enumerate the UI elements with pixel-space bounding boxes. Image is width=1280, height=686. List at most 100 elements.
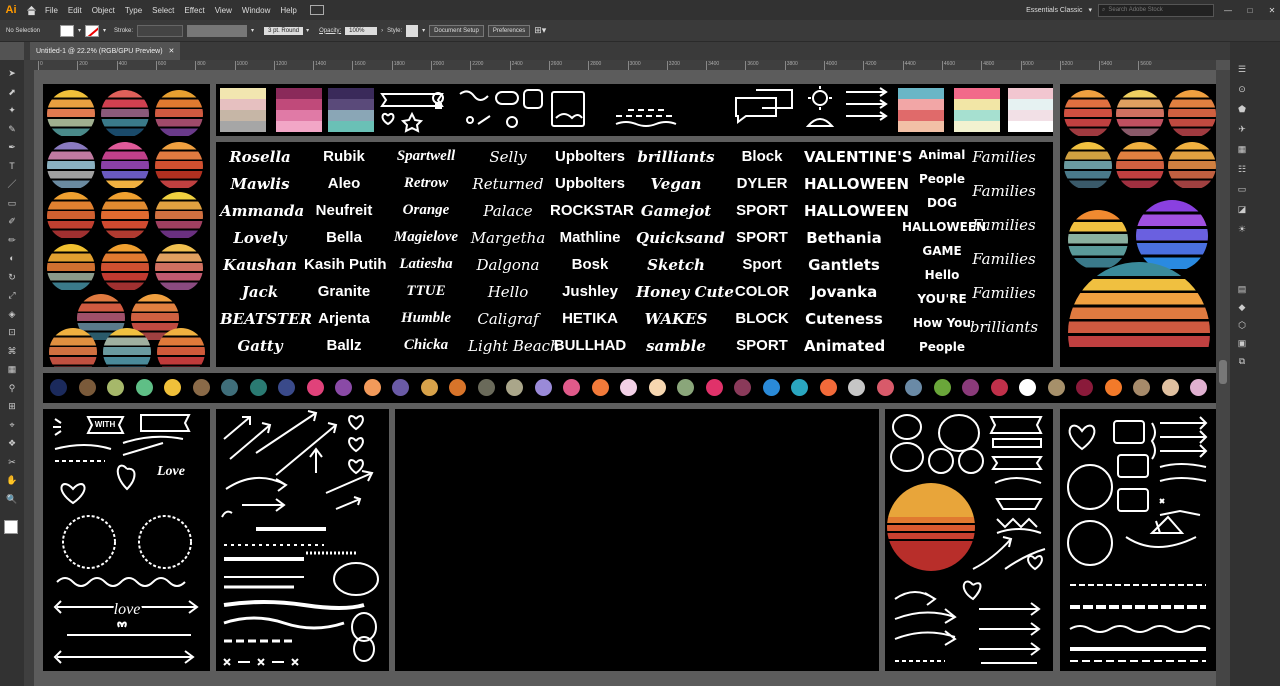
eyedropper-tool-icon[interactable]: ⌖	[4, 418, 20, 432]
align-panel-icon[interactable]: ▣	[1234, 336, 1250, 350]
pen-tool-icon[interactable]: ✎	[4, 122, 20, 136]
vertical-scrollbar[interactable]	[1216, 70, 1230, 686]
palette-color-dot[interactable]	[848, 379, 865, 396]
palette-color-dot[interactable]	[135, 379, 153, 396]
line-tool-icon[interactable]: ／	[4, 177, 20, 191]
palette-color-dot[interactable]	[249, 379, 267, 396]
workspace-switcher[interactable]: Essentials Classic	[1026, 7, 1082, 14]
menu-effect[interactable]: Effect	[179, 6, 209, 15]
close-tab-icon[interactable]: ✕	[169, 47, 175, 55]
chevron-right-icon[interactable]: ›	[381, 28, 383, 34]
palette-color-dot[interactable]	[506, 379, 523, 396]
palette-color-dot[interactable]	[762, 379, 780, 396]
palette-color-dot[interactable]	[962, 379, 979, 396]
menu-view[interactable]: View	[210, 6, 237, 15]
menu-file[interactable]: File	[40, 6, 63, 15]
menu-help[interactable]: Help	[275, 6, 301, 15]
menu-select[interactable]: Select	[147, 6, 179, 15]
palette-color-dot[interactable]	[591, 379, 609, 396]
brush-definition-field[interactable]: 3 pt. Round ▾	[264, 26, 309, 35]
palette-color-dot[interactable]	[648, 379, 666, 396]
curvature-tool-icon[interactable]: ✒	[4, 140, 20, 154]
palette-color-dot[interactable]	[164, 379, 181, 396]
palette-color-dot[interactable]	[563, 379, 580, 396]
opacity-label[interactable]: Opacity:	[319, 28, 341, 34]
palette-color-dot[interactable]	[335, 379, 352, 396]
selection-tool-icon[interactable]: ➤	[4, 66, 20, 80]
palette-color-dot[interactable]	[933, 379, 951, 396]
document-setup-button[interactable]: Document Setup	[429, 24, 484, 37]
zoom-tool-icon[interactable]: 🔍	[4, 492, 20, 506]
palette-color-dot[interactable]	[705, 379, 723, 396]
palette-color-dot[interactable]	[1019, 379, 1036, 396]
appearance-panel-icon[interactable]: ☀	[1234, 222, 1250, 236]
layers-panel-icon[interactable]: ▤	[1234, 282, 1250, 296]
magic-wand-tool-icon[interactable]: ✦	[4, 103, 20, 117]
pencil-tool-icon[interactable]: ✏	[4, 233, 20, 247]
type-tool-icon[interactable]: T	[4, 159, 20, 173]
palette-color-dot[interactable]	[1133, 379, 1150, 396]
close-button[interactable]: ✕	[1264, 6, 1280, 15]
palette-color-dot[interactable]	[791, 379, 808, 396]
chevron-down-icon[interactable]: ▾	[1088, 6, 1092, 14]
palette-color-dot[interactable]	[221, 379, 238, 396]
brushes-panel-icon[interactable]: ✈	[1234, 122, 1250, 136]
palette-color-dot[interactable]	[278, 379, 295, 396]
opacity-field[interactable]: 100%	[345, 26, 378, 35]
preferences-button[interactable]: Preferences	[487, 24, 531, 37]
width-tool-icon[interactable]: ◈	[4, 307, 20, 321]
palette-color-dot[interactable]	[78, 379, 96, 396]
shaper-tool-icon[interactable]: ◐	[4, 251, 20, 265]
palette-color-dot[interactable]	[905, 379, 922, 396]
fill-stroke-swatches[interactable]	[4, 520, 18, 534]
document-tab[interactable]: Untitled-1 @ 22.2% (RGB/GPU Preview) ✕	[30, 42, 181, 60]
shape-builder-tool-icon[interactable]: ⌘	[4, 344, 20, 358]
palette-color-dot[interactable]	[192, 379, 210, 396]
hand-tool-icon[interactable]: ✋	[4, 473, 20, 487]
scale-tool-icon[interactable]: ⤢	[4, 288, 20, 302]
arrange-icon[interactable]: ⊞▾	[534, 25, 546, 36]
direct-selection-tool-icon[interactable]: ⬈	[4, 85, 20, 99]
palette-color-dot[interactable]	[1104, 379, 1122, 396]
search-stock-field[interactable]: ⌕ Search Adobe Stock	[1098, 3, 1214, 17]
fill-swatch[interactable]	[60, 24, 74, 37]
stroke-swatch[interactable]	[85, 24, 100, 37]
maximize-button[interactable]: □	[1242, 6, 1258, 15]
artboard[interactable]: Rosella Mawlis Ammanda Lovely Kaushan Jack BEA…	[43, 84, 1216, 671]
graphic-styles-panel-icon[interactable]: ☷	[1234, 162, 1250, 176]
palette-color-dot[interactable]	[677, 379, 694, 396]
palette-color-dot[interactable]	[50, 379, 67, 396]
minimize-button[interactable]: —	[1220, 6, 1236, 15]
paintbrush-tool-icon[interactable]: ✐	[4, 214, 20, 228]
palette-color-dot[interactable]	[1047, 379, 1065, 396]
palette-color-dot[interactable]	[1190, 379, 1207, 396]
libraries-panel-icon[interactable]: ☰	[1234, 62, 1250, 76]
transparency-panel-icon[interactable]: ◪	[1234, 202, 1250, 216]
palette-color-dot[interactable]	[420, 379, 438, 396]
stroke-weight-field[interactable]	[137, 24, 184, 37]
palette-color-dot[interactable]	[620, 379, 637, 396]
gradient-tool-icon[interactable]: ⊞	[4, 399, 20, 413]
palette-color-dot[interactable]	[363, 379, 381, 396]
stroke-panel-icon[interactable]: ▭	[1234, 182, 1250, 196]
blend-tool-icon[interactable]: ❖	[4, 436, 20, 450]
perspective-tool-icon[interactable]: ▦	[4, 362, 20, 376]
pathfinder-panel-icon[interactable]: ⧉	[1234, 354, 1250, 368]
rotate-tool-icon[interactable]: ↻	[4, 270, 20, 284]
free-transform-tool-icon[interactable]: ⊡	[4, 325, 20, 339]
palette-color-dot[interactable]	[1161, 379, 1179, 396]
palette-color-dot[interactable]	[449, 379, 466, 396]
horizontal-ruler[interactable]: 0 200 400 600 800 1000 1200 1400 1600 1800 2000 220…	[24, 60, 1216, 70]
menu-edit[interactable]: Edit	[63, 6, 87, 15]
palette-color-dot[interactable]	[306, 379, 324, 396]
palette-color-dot[interactable]	[990, 379, 1008, 396]
style-swatch[interactable]	[406, 24, 419, 37]
vertical-ruler[interactable]	[24, 70, 34, 686]
symbols-panel-icon[interactable]: ▦	[1234, 142, 1250, 156]
chevron-down-icon[interactable]: ▾	[422, 27, 425, 34]
palette-color-dot[interactable]	[477, 379, 495, 396]
asset-export-panel-icon[interactable]: ⬡	[1234, 318, 1250, 332]
palette-color-dot[interactable]	[819, 379, 837, 396]
swatches-panel-icon[interactable]: ⬟	[1234, 102, 1250, 116]
palette-color-dot[interactable]	[734, 379, 751, 396]
